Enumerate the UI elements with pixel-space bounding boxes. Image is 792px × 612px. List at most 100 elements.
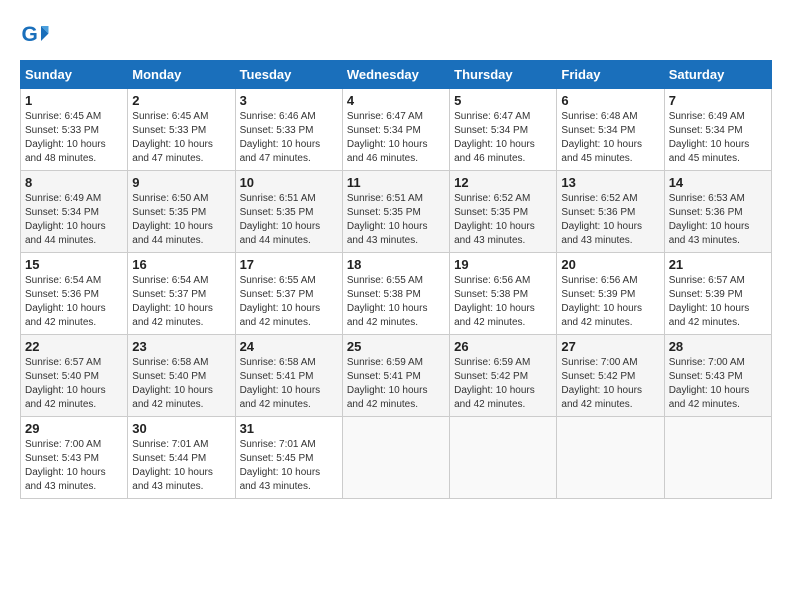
day-number: 20 — [561, 257, 659, 272]
calendar-cell: 10 Sunrise: 6:51 AM Sunset: 5:35 PM Dayl… — [235, 171, 342, 253]
calendar-cell: 27 Sunrise: 7:00 AM Sunset: 5:42 PM Dayl… — [557, 335, 664, 417]
day-number: 31 — [240, 421, 338, 436]
calendar-cell: 7 Sunrise: 6:49 AM Sunset: 5:34 PM Dayli… — [664, 89, 771, 171]
day-number: 2 — [132, 93, 230, 108]
day-info: Sunrise: 6:59 AM Sunset: 5:41 PM Dayligh… — [347, 356, 445, 412]
day-number: 28 — [669, 339, 767, 354]
calendar-cell: 9 Sunrise: 6:50 AM Sunset: 5:35 PM Dayli… — [128, 171, 235, 253]
day-number: 13 — [561, 175, 659, 190]
calendar-cell: 11 Sunrise: 6:51 AM Sunset: 5:35 PM Dayl… — [342, 171, 449, 253]
calendar-cell: 13 Sunrise: 6:52 AM Sunset: 5:36 PM Dayl… — [557, 171, 664, 253]
calendar-cell — [664, 417, 771, 499]
day-info: Sunrise: 6:52 AM Sunset: 5:36 PM Dayligh… — [561, 192, 659, 248]
day-info: Sunrise: 6:55 AM Sunset: 5:37 PM Dayligh… — [240, 274, 338, 330]
day-number: 16 — [132, 257, 230, 272]
calendar-cell: 30 Sunrise: 7:01 AM Sunset: 5:44 PM Dayl… — [128, 417, 235, 499]
calendar-cell: 6 Sunrise: 6:48 AM Sunset: 5:34 PM Dayli… — [557, 89, 664, 171]
day-number: 25 — [347, 339, 445, 354]
day-number: 21 — [669, 257, 767, 272]
calendar-cell: 14 Sunrise: 6:53 AM Sunset: 5:36 PM Dayl… — [664, 171, 771, 253]
day-number: 5 — [454, 93, 552, 108]
day-info: Sunrise: 7:00 AM Sunset: 5:43 PM Dayligh… — [669, 356, 767, 412]
day-number: 1 — [25, 93, 123, 108]
day-number: 27 — [561, 339, 659, 354]
calendar-cell: 12 Sunrise: 6:52 AM Sunset: 5:35 PM Dayl… — [450, 171, 557, 253]
column-header-sunday: Sunday — [21, 61, 128, 89]
logo: G — [20, 20, 54, 50]
day-number: 22 — [25, 339, 123, 354]
day-number: 11 — [347, 175, 445, 190]
calendar-cell: 15 Sunrise: 6:54 AM Sunset: 5:36 PM Dayl… — [21, 253, 128, 335]
day-number: 23 — [132, 339, 230, 354]
day-info: Sunrise: 6:53 AM Sunset: 5:36 PM Dayligh… — [669, 192, 767, 248]
calendar-cell: 20 Sunrise: 6:56 AM Sunset: 5:39 PM Dayl… — [557, 253, 664, 335]
day-info: Sunrise: 6:54 AM Sunset: 5:37 PM Dayligh… — [132, 274, 230, 330]
day-number: 15 — [25, 257, 123, 272]
day-info: Sunrise: 6:59 AM Sunset: 5:42 PM Dayligh… — [454, 356, 552, 412]
day-number: 19 — [454, 257, 552, 272]
calendar-cell: 4 Sunrise: 6:47 AM Sunset: 5:34 PM Dayli… — [342, 89, 449, 171]
calendar-cell: 31 Sunrise: 7:01 AM Sunset: 5:45 PM Dayl… — [235, 417, 342, 499]
calendar-cell: 22 Sunrise: 6:57 AM Sunset: 5:40 PM Dayl… — [21, 335, 128, 417]
day-info: Sunrise: 6:58 AM Sunset: 5:41 PM Dayligh… — [240, 356, 338, 412]
day-info: Sunrise: 6:50 AM Sunset: 5:35 PM Dayligh… — [132, 192, 230, 248]
day-info: Sunrise: 6:56 AM Sunset: 5:38 PM Dayligh… — [454, 274, 552, 330]
calendar-cell: 29 Sunrise: 7:00 AM Sunset: 5:43 PM Dayl… — [21, 417, 128, 499]
day-number: 14 — [669, 175, 767, 190]
calendar-cell — [450, 417, 557, 499]
day-info: Sunrise: 7:01 AM Sunset: 5:45 PM Dayligh… — [240, 438, 338, 494]
column-header-tuesday: Tuesday — [235, 61, 342, 89]
calendar-cell: 18 Sunrise: 6:55 AM Sunset: 5:38 PM Dayl… — [342, 253, 449, 335]
day-info: Sunrise: 6:47 AM Sunset: 5:34 PM Dayligh… — [347, 110, 445, 166]
day-number: 26 — [454, 339, 552, 354]
calendar-cell: 23 Sunrise: 6:58 AM Sunset: 5:40 PM Dayl… — [128, 335, 235, 417]
day-info: Sunrise: 6:46 AM Sunset: 5:33 PM Dayligh… — [240, 110, 338, 166]
day-info: Sunrise: 6:57 AM Sunset: 5:40 PM Dayligh… — [25, 356, 123, 412]
day-info: Sunrise: 6:51 AM Sunset: 5:35 PM Dayligh… — [347, 192, 445, 248]
day-number: 10 — [240, 175, 338, 190]
calendar-cell: 25 Sunrise: 6:59 AM Sunset: 5:41 PM Dayl… — [342, 335, 449, 417]
column-header-monday: Monday — [128, 61, 235, 89]
day-info: Sunrise: 6:54 AM Sunset: 5:36 PM Dayligh… — [25, 274, 123, 330]
calendar-cell — [557, 417, 664, 499]
calendar-cell — [342, 417, 449, 499]
calendar-cell: 5 Sunrise: 6:47 AM Sunset: 5:34 PM Dayli… — [450, 89, 557, 171]
column-header-thursday: Thursday — [450, 61, 557, 89]
calendar-cell: 17 Sunrise: 6:55 AM Sunset: 5:37 PM Dayl… — [235, 253, 342, 335]
day-number: 8 — [25, 175, 123, 190]
column-header-friday: Friday — [557, 61, 664, 89]
day-number: 4 — [347, 93, 445, 108]
calendar-cell: 3 Sunrise: 6:46 AM Sunset: 5:33 PM Dayli… — [235, 89, 342, 171]
day-info: Sunrise: 6:45 AM Sunset: 5:33 PM Dayligh… — [132, 110, 230, 166]
day-number: 30 — [132, 421, 230, 436]
calendar-cell: 8 Sunrise: 6:49 AM Sunset: 5:34 PM Dayli… — [21, 171, 128, 253]
calendar-cell: 19 Sunrise: 6:56 AM Sunset: 5:38 PM Dayl… — [450, 253, 557, 335]
day-info: Sunrise: 7:00 AM Sunset: 5:42 PM Dayligh… — [561, 356, 659, 412]
day-number: 18 — [347, 257, 445, 272]
calendar-cell: 24 Sunrise: 6:58 AM Sunset: 5:41 PM Dayl… — [235, 335, 342, 417]
day-number: 24 — [240, 339, 338, 354]
day-info: Sunrise: 6:57 AM Sunset: 5:39 PM Dayligh… — [669, 274, 767, 330]
day-info: Sunrise: 7:00 AM Sunset: 5:43 PM Dayligh… — [25, 438, 123, 494]
calendar-cell: 2 Sunrise: 6:45 AM Sunset: 5:33 PM Dayli… — [128, 89, 235, 171]
day-info: Sunrise: 6:58 AM Sunset: 5:40 PM Dayligh… — [132, 356, 230, 412]
calendar-cell: 26 Sunrise: 6:59 AM Sunset: 5:42 PM Dayl… — [450, 335, 557, 417]
day-number: 12 — [454, 175, 552, 190]
day-number: 3 — [240, 93, 338, 108]
day-info: Sunrise: 6:45 AM Sunset: 5:33 PM Dayligh… — [25, 110, 123, 166]
day-number: 9 — [132, 175, 230, 190]
day-info: Sunrise: 6:48 AM Sunset: 5:34 PM Dayligh… — [561, 110, 659, 166]
day-number: 29 — [25, 421, 123, 436]
day-info: Sunrise: 6:55 AM Sunset: 5:38 PM Dayligh… — [347, 274, 445, 330]
calendar-cell: 21 Sunrise: 6:57 AM Sunset: 5:39 PM Dayl… — [664, 253, 771, 335]
day-number: 6 — [561, 93, 659, 108]
day-info: Sunrise: 6:52 AM Sunset: 5:35 PM Dayligh… — [454, 192, 552, 248]
day-info: Sunrise: 6:51 AM Sunset: 5:35 PM Dayligh… — [240, 192, 338, 248]
column-header-wednesday: Wednesday — [342, 61, 449, 89]
day-info: Sunrise: 6:47 AM Sunset: 5:34 PM Dayligh… — [454, 110, 552, 166]
calendar-cell: 16 Sunrise: 6:54 AM Sunset: 5:37 PM Dayl… — [128, 253, 235, 335]
logo-icon: G — [20, 20, 50, 50]
day-info: Sunrise: 6:56 AM Sunset: 5:39 PM Dayligh… — [561, 274, 659, 330]
svg-text:G: G — [22, 23, 38, 46]
day-info: Sunrise: 6:49 AM Sunset: 5:34 PM Dayligh… — [25, 192, 123, 248]
